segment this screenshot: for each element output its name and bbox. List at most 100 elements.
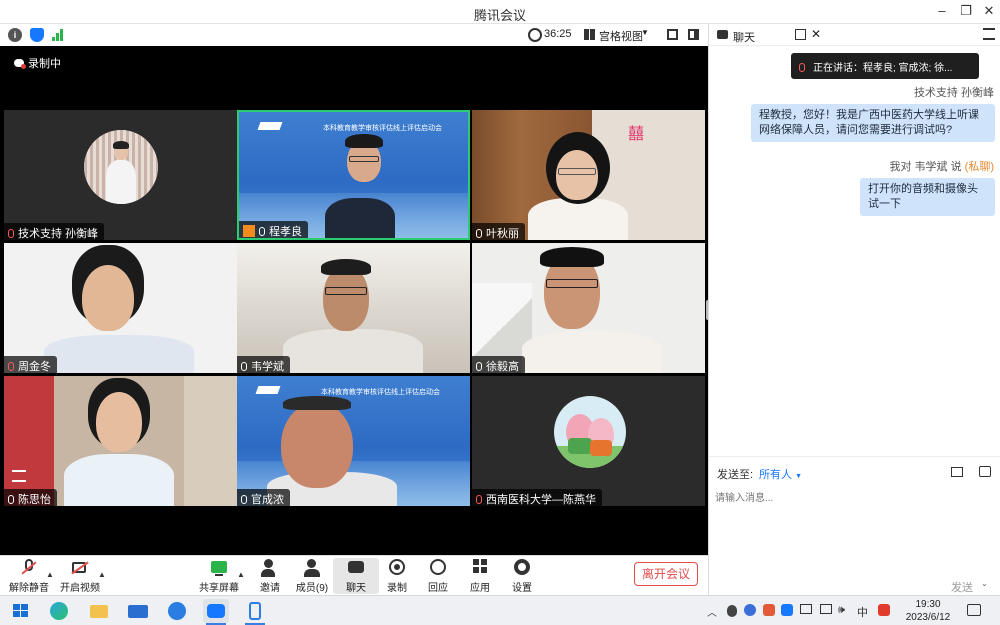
chevron-up-icon[interactable]: ▲ [46, 570, 54, 579]
chat-panel: 聊天 ✕ 正在讲话：程孝良; 官成浓; 徐... 技术支持 孙衡峰 程教授，您好… [708, 24, 1000, 601]
view-mode-button[interactable]: 宫格视图 [599, 28, 643, 44]
chevron-down-icon[interactable]: ⌄ [981, 579, 988, 588]
mic-icon [476, 229, 482, 238]
mic-icon [8, 495, 14, 504]
video-tile[interactable]: 技术支持 孙衡峰 [4, 110, 237, 240]
video-tile[interactable]: 西南医科大学—陈燕华 [472, 376, 705, 506]
private-tag: (私聊) [964, 161, 994, 173]
display-icon[interactable] [820, 604, 832, 614]
start-video-button[interactable]: 开启视频 [57, 558, 103, 594]
message-sender: 我对 韦学斌 说 (私聊) [889, 161, 994, 173]
video-tile[interactable]: 徐毅高 [472, 243, 705, 373]
shield-icon[interactable] [30, 28, 44, 42]
screenshot-icon[interactable] [979, 466, 991, 477]
apps-button[interactable]: 应用 [457, 558, 503, 594]
slide-header-text: 本科教育教学审核评估线上评估启动会 [322, 125, 442, 132]
menu-icon[interactable] [12, 470, 26, 482]
clock[interactable]: 19:30 2023/6/12 [905, 598, 951, 624]
mic-tray-icon[interactable] [727, 605, 737, 617]
meeting-area: i 36:25 宫格视图 ▼ 录制中 技术支持 孙衡峰 本科教育教学审核评估线上… [0, 24, 708, 555]
title-bar: 腾讯会议 – ❐ ✕ [0, 0, 1000, 24]
signal-icon[interactable] [52, 29, 64, 41]
university-logo-icon [257, 122, 283, 130]
chat-message: 打开你的音频和摄像头试一下 [860, 178, 995, 216]
participant-name: 周金冬 [4, 356, 57, 373]
reaction-button[interactable]: 回应 [415, 558, 461, 594]
video-tile[interactable]: 周金冬 [4, 243, 237, 373]
network-icon[interactable] [800, 604, 812, 614]
video-tile[interactable]: 陈思怡 [4, 376, 237, 506]
mic-icon [241, 362, 247, 371]
video-tile[interactable]: 囍 叶秋丽 [472, 110, 705, 240]
pinned-app-icon[interactable] [164, 599, 190, 623]
participant-name: 陈思怡 [4, 489, 57, 506]
leave-meeting-button[interactable]: 离开会议 [634, 562, 698, 586]
mic-icon [241, 495, 247, 504]
video-tile-active-speaker[interactable]: 本科教育教学审核评估线上评估启动会 程孝良 [237, 110, 470, 240]
edge-browser-icon[interactable] [46, 599, 72, 623]
chevron-down-icon[interactable]: ▼ [641, 28, 649, 37]
menu-icon[interactable] [983, 28, 995, 40]
participant-name: 程孝良 [239, 221, 308, 238]
chat-header: 聊天 ✕ [709, 24, 1000, 46]
participant-name: 官成浓 [237, 489, 290, 506]
close-icon[interactable]: ✕ [811, 27, 821, 41]
mic-icon [259, 227, 265, 236]
participant-name: 西南医科大学—陈燕华 [472, 489, 602, 506]
mic-icon [799, 63, 805, 72]
notification-icon[interactable] [967, 604, 981, 616]
video-tile[interactable]: 韦学斌 [237, 243, 470, 373]
file-explorer-icon[interactable] [86, 599, 112, 623]
decoration-icon: 囍 [628, 126, 645, 143]
chevron-up-icon[interactable]: ▲ [98, 570, 106, 579]
restore-icon[interactable]: ❐ [957, 3, 975, 21]
send-button[interactable]: 发送 [951, 579, 973, 595]
popout-icon[interactable] [795, 29, 806, 40]
mic-muted-icon [18, 559, 40, 577]
recipient-select[interactable]: 所有人 ▼ [759, 466, 802, 482]
settings-button[interactable]: 设置 [499, 558, 545, 594]
chevron-up-icon[interactable]: ▲ [237, 570, 245, 579]
tray-app-icon[interactable] [763, 604, 775, 616]
windows-start-icon[interactable] [8, 599, 34, 623]
slide-header-text: 本科教育教学审核评估线上评估启动会 [320, 389, 440, 396]
glasses-icon [546, 279, 598, 288]
minimize-icon[interactable]: – [933, 3, 951, 21]
invite-button[interactable]: 邀请 [247, 558, 293, 594]
chat-button[interactable]: 聊天 [333, 558, 379, 594]
university-logo-icon [255, 386, 281, 394]
chat-input[interactable] [715, 488, 993, 508]
fullscreen-icon[interactable] [667, 29, 678, 40]
file-icon[interactable] [951, 467, 963, 477]
share-screen-button[interactable]: 共享屏幕 [196, 558, 242, 594]
glasses-icon [558, 168, 596, 175]
ime-indicator[interactable]: 中 [857, 604, 868, 620]
reaction-icon [427, 559, 449, 577]
cloud-record-icon [14, 59, 26, 69]
gear-icon [511, 559, 533, 577]
mic-muted-icon [8, 229, 14, 238]
speaking-indicator: 正在讲话：程孝良; 官成浓; 徐... [791, 53, 979, 79]
chevron-up-icon[interactable]: ︿ [707, 604, 717, 619]
security-tray-icon[interactable] [744, 604, 756, 616]
tray-app-icon[interactable] [781, 604, 793, 616]
video-tile[interactable]: 本科教育教学审核评估线上评估启动会 官成浓 [237, 376, 470, 506]
participant-name: 徐毅高 [472, 356, 525, 373]
grid-view-icon[interactable] [584, 29, 595, 40]
participant-name: 技术支持 孙衡峰 [4, 223, 105, 240]
recording-label: 录制中 [28, 58, 61, 70]
tencent-meeting-icon[interactable] [203, 599, 229, 625]
input-method-icon[interactable] [878, 604, 890, 616]
message-sender: 技术支持 孙衡峰 [913, 87, 994, 99]
close-icon[interactable]: ✕ [980, 3, 998, 21]
record-button[interactable]: 录制 [374, 558, 420, 594]
sidebar-toggle-icon[interactable] [688, 29, 699, 40]
glasses-icon [349, 156, 379, 162]
phone-app-icon[interactable] [242, 599, 268, 625]
members-button[interactable]: 成员(9) [289, 558, 335, 594]
mic-muted-icon [476, 495, 482, 504]
mail-icon[interactable] [125, 599, 151, 623]
info-icon[interactable]: i [8, 28, 22, 42]
volume-icon[interactable]: 🕪 [838, 604, 845, 617]
apps-icon [469, 559, 491, 577]
